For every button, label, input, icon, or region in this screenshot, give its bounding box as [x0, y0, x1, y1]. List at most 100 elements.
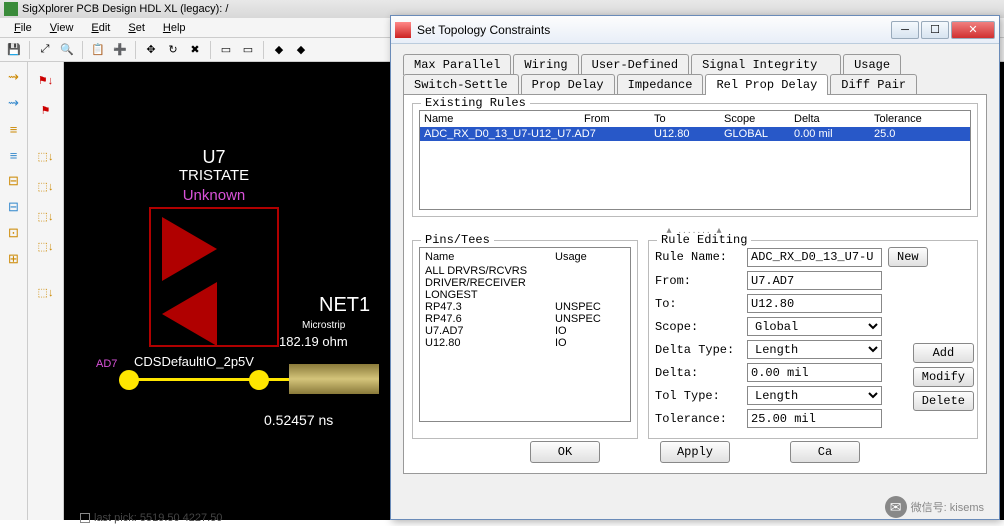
delta-input[interactable] — [747, 363, 882, 382]
tool1-icon[interactable]: ▭ — [216, 40, 236, 60]
topology-constraints-dialog: Set Topology Constraints ─ ☐ ✕ Max Paral… — [390, 15, 1000, 520]
rule-name-input[interactable] — [747, 248, 882, 267]
comp1-icon[interactable]: ⬚↓ — [31, 142, 61, 170]
minimize-button[interactable]: ─ — [891, 21, 919, 39]
dialog-footer: OK Apply Ca — [404, 441, 986, 463]
menu-file[interactable]: File — [6, 20, 40, 36]
tool4-icon[interactable]: ◆ — [291, 40, 311, 60]
list-item: U7.AD7IO — [425, 325, 625, 337]
pins-list[interactable]: NameUsage ALL DRVRS/RCVRS DRIVER/RECEIVE… — [419, 247, 631, 422]
rules-row-selected[interactable]: ADC_RX_D0_13_U7-U12_U7.AD7 U12.80 GLOBAL… — [420, 127, 970, 141]
tab-usage[interactable]: Usage — [843, 54, 901, 75]
vtool-8[interactable]: ⊞ — [3, 248, 25, 270]
tab-rel-prop-delay[interactable]: Rel Prop Delay — [705, 74, 828, 95]
vtool-4[interactable]: ≡ — [3, 144, 25, 166]
left-toolbar-2: ⚑↓ ⚑ ⬚↓ ⬚↓ ⬚↓ ⬚↓ ⬚↓ — [28, 62, 64, 520]
list-item: ALL DRVRS/RCVRS — [425, 265, 625, 277]
list-item: RP47.6UNSPEC — [425, 313, 625, 325]
dialog-title: Set Topology Constraints — [417, 23, 891, 37]
apply-button[interactable]: Apply — [660, 441, 730, 463]
pin-node-1[interactable] — [119, 370, 139, 390]
delay-label: 0.52457 ns — [264, 412, 333, 428]
flag-red2-icon[interactable]: ⚑ — [31, 96, 61, 124]
from-input[interactable] — [747, 271, 882, 290]
tab-user-defined[interactable]: User-Defined — [581, 54, 689, 75]
rules-table[interactable]: Name From To Scope Delta Tolerance ADC_R… — [419, 110, 971, 210]
menu-view[interactable]: View — [42, 20, 82, 36]
tol-type-label: Tol Type: — [655, 389, 741, 403]
tol-type-select[interactable]: Length — [747, 386, 882, 405]
left-toolbar-1: ⇝ ⇝ ≡ ≡ ⊟ ⊟ ⊡ ⊞ — [0, 62, 28, 520]
tab-impedance[interactable]: Impedance — [617, 74, 704, 95]
cancel-button[interactable]: Ca — [790, 441, 860, 463]
pins-tees-group: Pins/Tees NameUsage ALL DRVRS/RCVRS DRIV… — [412, 240, 638, 439]
vtool-7[interactable]: ⊡ — [3, 222, 25, 244]
menu-help[interactable]: Help — [155, 20, 194, 36]
tool2-icon[interactable]: ▭ — [238, 40, 258, 60]
vtool-3[interactable]: ≡ — [3, 118, 25, 140]
zoom-prev-icon[interactable]: 🔍 — [57, 40, 77, 60]
pins-tees-legend: Pins/Tees — [421, 233, 494, 247]
list-item: DRIVER/RECEIVER — [425, 277, 625, 289]
rule-editing-legend: Rule Editing — [657, 233, 751, 247]
tab-prop-delay[interactable]: Prop Delay — [521, 74, 615, 95]
scope-label: Scope: — [655, 320, 741, 334]
add-button[interactable]: Add — [913, 343, 974, 363]
tab-max-parallel[interactable]: Max Parallel — [403, 54, 511, 75]
tab-diff-pair[interactable]: Diff Pair — [830, 74, 917, 95]
comp3-icon[interactable]: ⬚↓ — [31, 202, 61, 230]
tline-symbol[interactable] — [289, 364, 379, 394]
component-model: Unknown — [174, 187, 254, 204]
vtool-6[interactable]: ⊟ — [3, 196, 25, 218]
impedance-label: 182.19 ohm — [279, 334, 348, 349]
from-label: From: — [655, 274, 741, 288]
delta-type-select[interactable]: Length — [747, 340, 882, 359]
flag-red-icon[interactable]: ⚑↓ — [31, 66, 61, 94]
tool3-icon[interactable]: ◆ — [269, 40, 289, 60]
ok-button[interactable]: OK — [530, 441, 600, 463]
dialog-icon — [395, 22, 411, 38]
existing-rules-legend: Existing Rules — [421, 96, 530, 110]
vtool-1[interactable]: ⇝ — [3, 66, 25, 88]
list-item: LONGEST — [425, 289, 625, 301]
zoom-fit-icon[interactable]: ⤢ — [35, 40, 55, 60]
tab-wiring[interactable]: Wiring — [513, 54, 578, 75]
pin-node-2[interactable] — [249, 370, 269, 390]
scope-select[interactable]: Global — [747, 317, 882, 336]
menu-set[interactable]: Set — [120, 20, 153, 36]
delete-icon[interactable]: ✖ — [185, 40, 205, 60]
close-button[interactable]: ✕ — [951, 21, 995, 39]
comp4-icon[interactable]: ⬚↓ — [31, 232, 61, 260]
vtool-5[interactable]: ⊟ — [3, 170, 25, 192]
net-label: NET1 — [319, 294, 370, 317]
dialog-titlebar[interactable]: Set Topology Constraints ─ ☐ ✕ — [391, 16, 999, 44]
tab-panel: Existing Rules Name From To Scope Delta … — [403, 94, 987, 474]
add-icon[interactable]: ➕ — [110, 40, 130, 60]
tab-switch-settle[interactable]: Switch-Settle — [403, 74, 519, 95]
refdes-label: U7 — [164, 147, 264, 168]
rotate-icon[interactable]: ↻ — [163, 40, 183, 60]
tolerance-input[interactable] — [747, 409, 882, 428]
save-icon[interactable]: 💾 — [4, 40, 24, 60]
comp5-icon[interactable]: ⬚↓ — [31, 278, 61, 306]
comp2-icon[interactable]: ⬚↓ — [31, 172, 61, 200]
menu-edit[interactable]: Edit — [83, 20, 118, 36]
existing-rules-group: Existing Rules Name From To Scope Delta … — [412, 103, 978, 217]
maximize-button[interactable]: ☐ — [921, 21, 949, 39]
tline-type: Microstrip — [302, 320, 345, 331]
tab-signal-integrity[interactable]: Signal Integrity — [691, 54, 841, 75]
vtool-2[interactable]: ⇝ — [3, 92, 25, 114]
move-icon[interactable]: ✥ — [141, 40, 161, 60]
copy-icon[interactable]: 📋 — [88, 40, 108, 60]
wechat-icon: ✉ — [885, 496, 907, 518]
iomodel-label: CDSDefaultIO_2p5V — [134, 354, 254, 369]
modify-button[interactable]: Modify — [913, 367, 974, 387]
buffer-out-icon — [162, 217, 217, 281]
delete-button[interactable]: Delete — [913, 391, 974, 411]
tolerance-label: Tolerance: — [655, 412, 741, 426]
pin-label: AD7 — [96, 358, 117, 370]
new-button[interactable]: New — [888, 247, 928, 267]
status-checkbox[interactable] — [80, 513, 90, 523]
list-item: RP47.3UNSPEC — [425, 301, 625, 313]
to-input[interactable] — [747, 294, 882, 313]
